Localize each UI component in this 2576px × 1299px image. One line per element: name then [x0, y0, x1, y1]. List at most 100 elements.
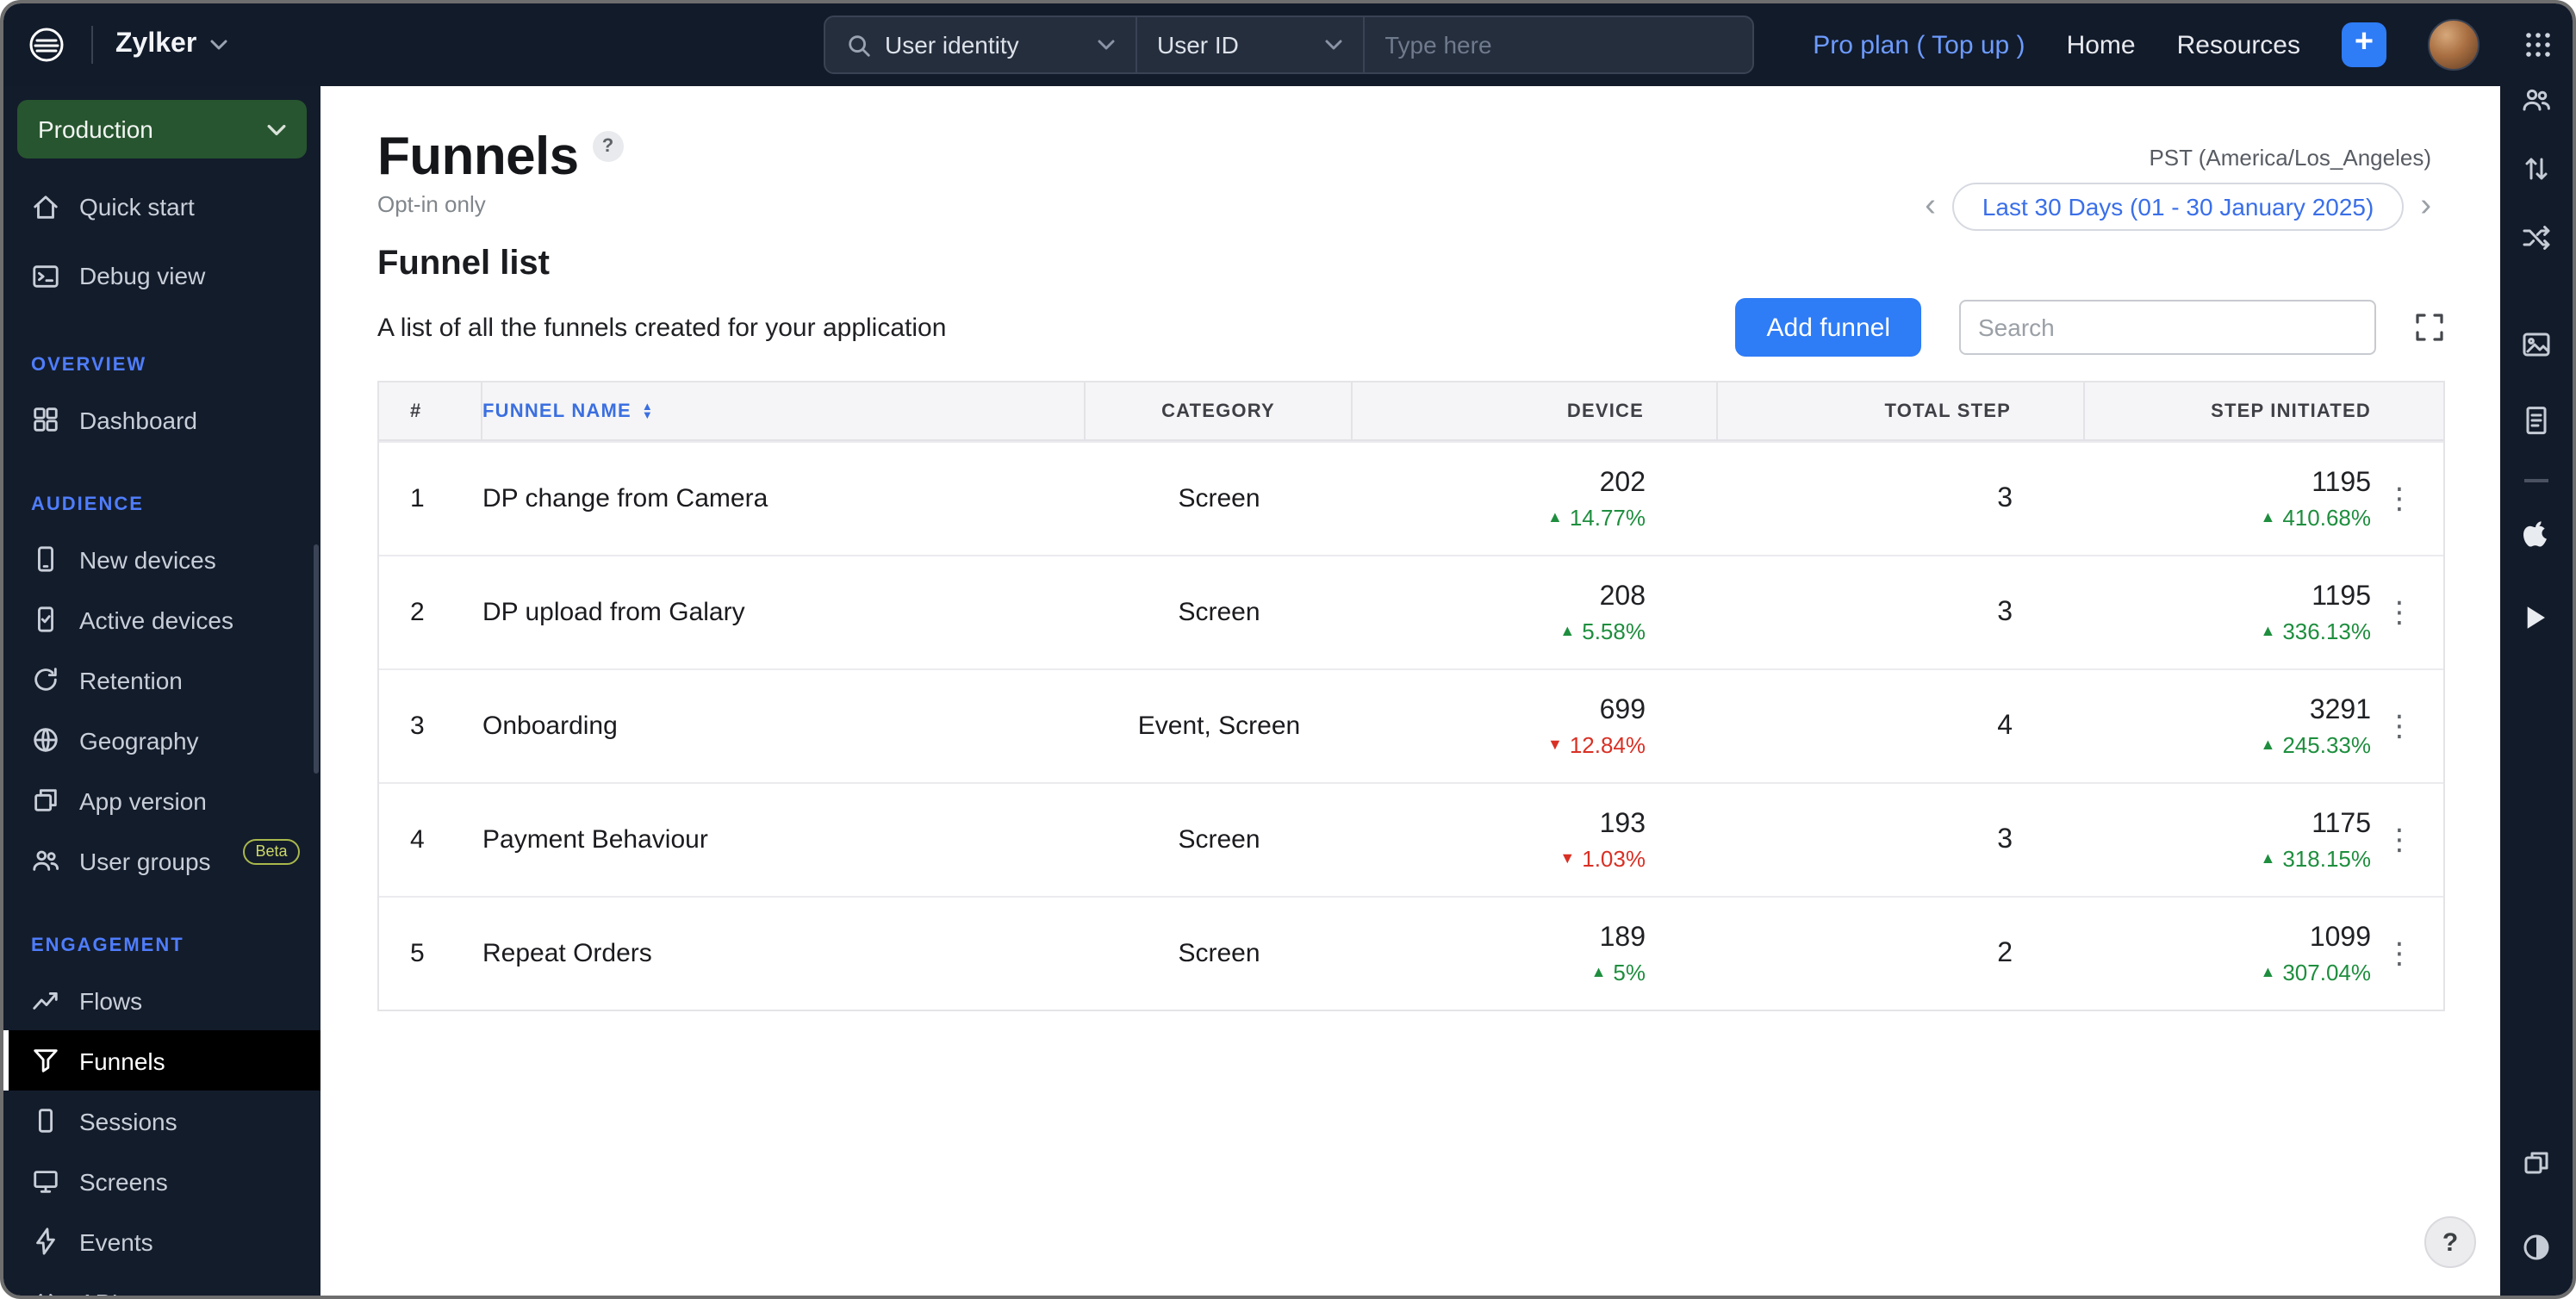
sidebar-scrollbar-thumb[interactable]	[314, 544, 319, 774]
device-trend: ▲ 14.77%	[1546, 504, 1646, 530]
trend-arrow-icon: ▲	[1559, 621, 1576, 638]
device-count: 189	[1599, 923, 1646, 952]
sidebar-item-label: App version	[79, 786, 207, 814]
trend-arrow-icon: ▲	[1590, 962, 1607, 979]
sidebar-item-sessions[interactable]: Sessions	[3, 1091, 320, 1151]
add-button[interactable]: +	[2342, 22, 2386, 67]
user-groups-icon	[31, 846, 60, 875]
trend-arrow-icon: ▲	[2260, 621, 2276, 638]
search-field-dropdown[interactable]: User ID	[1135, 17, 1362, 72]
sidebar-item-active-devices[interactable]: Active devices	[3, 589, 320, 650]
funnel-search-input[interactable]	[1959, 300, 2376, 355]
sidebar-item-flows[interactable]: Flows	[3, 970, 320, 1030]
sidebar-item-apis[interactable]: APIs	[3, 1271, 320, 1296]
add-funnel-button[interactable]: Add funnel	[1735, 298, 1921, 357]
sort-icon: ▲ ▼	[641, 401, 654, 421]
avatar[interactable]	[2428, 19, 2480, 71]
col-funnel-name[interactable]: FUNNEL NAME ▲ ▼	[482, 382, 1086, 439]
apptics-logo-icon[interactable]	[24, 22, 69, 67]
section-label-audience: AUDIENCE	[31, 494, 144, 515]
device-count: 193	[1599, 809, 1646, 838]
environment-select[interactable]: Production	[17, 100, 307, 158]
help-button[interactable]: ?	[2424, 1216, 2476, 1268]
device-count: 202	[1599, 468, 1646, 497]
date-prev-icon[interactable]: ‹	[1925, 190, 1936, 222]
sidebar-item-app-version[interactable]: App version	[3, 770, 320, 830]
row-index: 5	[410, 939, 425, 968]
table-row[interactable]: 3 Onboarding Event, Screen 699 ▼ 12.84% 4…	[379, 668, 2443, 782]
org-switcher[interactable]: Zylker	[115, 29, 227, 60]
retention-icon	[31, 665, 60, 694]
sidebar-item-funnels[interactable]: Funnels	[3, 1030, 320, 1091]
apps-grid-icon[interactable]	[2524, 31, 2552, 59]
sidebar-item-label: Flows	[79, 986, 143, 1014]
row-index: 2	[410, 598, 425, 627]
google-play-icon[interactable]	[2519, 600, 2554, 634]
sidebar-item-label: New devices	[79, 545, 216, 573]
title-help-icon[interactable]: ?	[592, 131, 624, 162]
sidebar-item-events[interactable]: Events	[3, 1211, 320, 1271]
trend-arrow-icon: ▲	[2260, 848, 2276, 866]
screens-icon	[31, 1166, 60, 1196]
funnel-table: # FUNNEL NAME ▲ ▼ CATEGORY DEVICE TOTAL S…	[377, 381, 2445, 1011]
sidebar-item-label: Funnels	[79, 1047, 165, 1074]
viewport: Zylker User identity User ID Pro plan ( …	[0, 0, 2576, 1299]
gallery-icon[interactable]	[2519, 327, 2554, 362]
sidebar-item-user-groups[interactable]: User groups Beta	[3, 830, 320, 891]
sidebar-item-geography[interactable]: Geography	[3, 710, 320, 770]
step-initiated-count: 3291	[2309, 695, 2371, 724]
date-meta: PST (America/Los_Angeles) ‹ Last 30 Days…	[1925, 145, 2431, 231]
step-trend: ▲ 336.13%	[2260, 618, 2372, 643]
sidebar-item-label: Debug view	[79, 262, 206, 289]
users-icon[interactable]	[2519, 83, 2554, 117]
search-scope-dropdown[interactable]: User identity	[824, 17, 1135, 72]
home-link[interactable]: Home	[2067, 30, 2136, 59]
device-count: 699	[1599, 695, 1646, 724]
row-menu-icon[interactable]: ⋮	[2378, 705, 2421, 747]
table-row[interactable]: 4 Payment Behaviour Screen 193 ▼ 1.03% 3 …	[379, 782, 2443, 896]
sidebar-item-retention[interactable]: Retention	[3, 650, 320, 710]
device-cell: 189 ▲ 5%	[1353, 898, 1718, 1010]
step-trend: ▲ 410.68%	[2260, 504, 2372, 530]
report-icon[interactable]	[2519, 403, 2554, 438]
sidebar-item-label: User groups	[79, 847, 211, 874]
row-menu-icon[interactable]: ⋮	[2378, 819, 2421, 861]
fullscreen-icon[interactable]	[2414, 312, 2445, 343]
sidebar-nav-overview: Dashboard	[3, 389, 320, 450]
table-row[interactable]: 1 DP change from Camera Screen 202 ▲ 14.7…	[379, 441, 2443, 555]
row-menu-icon[interactable]: ⋮	[2378, 933, 2421, 974]
environment-label: Production	[38, 115, 153, 143]
col-device: DEVICE	[1353, 382, 1718, 439]
topbar-right: Pro plan ( Top up ) Home Resources +	[1813, 19, 2552, 71]
sidebar-item-new-devices[interactable]: New devices	[3, 529, 320, 589]
sidebar-item-screens[interactable]: Screens	[3, 1151, 320, 1211]
row-index: 4	[410, 825, 425, 855]
col-funnel-name-label: FUNNEL NAME	[482, 401, 632, 421]
topbar-divider	[91, 26, 93, 64]
step-trend: ▲ 318.15%	[2260, 845, 2372, 871]
row-menu-icon[interactable]: ⋮	[2378, 478, 2421, 519]
shuffle-icon[interactable]	[2519, 221, 2554, 255]
search-input[interactable]	[1364, 17, 1752, 72]
table-row[interactable]: 2 DP upload from Galary Screen 208 ▲ 5.58…	[379, 555, 2443, 668]
chevron-down-icon	[1324, 40, 1341, 50]
apple-icon[interactable]	[2519, 517, 2554, 551]
sidebar-item-dashboard[interactable]: Dashboard	[3, 389, 320, 450]
funnel-category: Screen	[1178, 939, 1260, 968]
theme-toggle-icon[interactable]	[2519, 1230, 2554, 1265]
date-range-selector[interactable]: Last 30 Days (01 - 30 January 2025)	[1952, 183, 2404, 231]
row-menu-icon[interactable]: ⋮	[2378, 592, 2421, 633]
pro-plan-link[interactable]: Pro plan ( Top up )	[1813, 30, 2025, 59]
table-row[interactable]: 5 Repeat Orders Screen 189 ▲ 5% 2 1099 ▲ 3…	[379, 896, 2443, 1010]
topbar-left: Zylker	[24, 22, 227, 67]
transfer-icon[interactable]	[2519, 152, 2554, 186]
sidebar-item-quick-start[interactable]: Quick start	[3, 172, 320, 241]
section-label-overview: OVERVIEW	[31, 355, 147, 376]
resources-link[interactable]: Resources	[2177, 30, 2300, 59]
date-next-icon[interactable]: ›	[2420, 190, 2431, 222]
app-version-icon	[31, 786, 60, 815]
copy-icon[interactable]	[2519, 1146, 2554, 1180]
funnel-name: DP change from Camera	[482, 484, 768, 513]
sidebar-item-debug-view[interactable]: Debug view	[3, 241, 320, 310]
step-initiated-count: 1195	[2312, 581, 2371, 611]
